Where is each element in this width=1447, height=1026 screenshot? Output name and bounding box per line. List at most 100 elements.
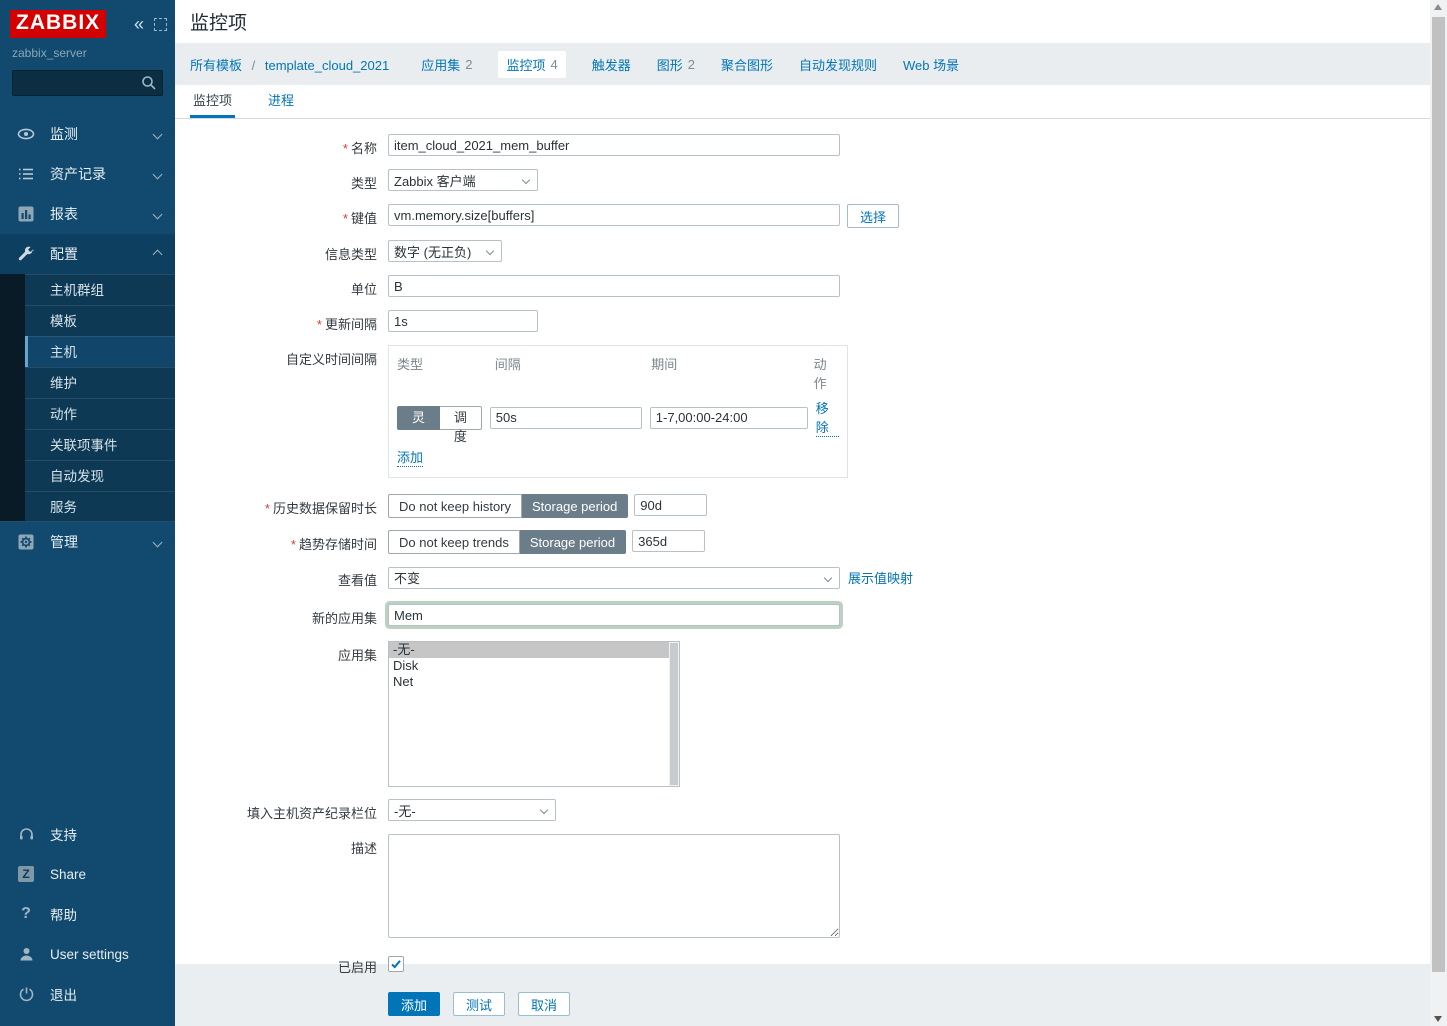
scroll-up-icon[interactable] — [1434, 4, 1442, 10]
value-map-select-value: 不变 — [394, 568, 420, 587]
description-textarea[interactable] — [388, 834, 840, 938]
field-label: *名称 — [175, 134, 377, 157]
sidebar-item-label: 管理 — [50, 532, 154, 552]
add-button[interactable]: 添加 — [388, 992, 440, 1016]
remove-interval-link[interactable]: 移除 — [816, 398, 839, 437]
sidebar-item-hosts[interactable]: 主机 — [0, 336, 175, 367]
page-scrollbar[interactable] — [1430, 0, 1447, 1026]
value-map-select[interactable]: 不变 — [388, 567, 840, 589]
update-interval-input[interactable] — [388, 310, 538, 332]
enabled-checkbox[interactable] — [388, 956, 404, 972]
trends-period-input[interactable] — [632, 530, 705, 552]
nav-web-scenarios[interactable]: Web 场景 — [903, 55, 959, 74]
sidebar-item-templates[interactable]: 模板 — [0, 305, 175, 336]
tab-item[interactable]: 监控项 — [190, 90, 235, 118]
sidebar-item-host-groups[interactable]: 主机群组 — [0, 274, 175, 305]
sidebar-item-logout[interactable]: 退出 — [0, 974, 175, 1014]
nav-discovery-rules[interactable]: 自动发现规则 — [799, 55, 877, 74]
nav-label: Web 场景 — [903, 55, 959, 74]
nav-applications[interactable]: 应用集2 — [421, 55, 472, 74]
sidebar-item-monitoring[interactable]: 监测 — [0, 114, 175, 154]
custom-intervals-table: 类型 间隔 期间 动作 灵活 调度 移除 — [388, 345, 848, 478]
zabbix-app: ZABBIX « zabbix_server 监测 — [0, 0, 1447, 1026]
form-tabs: 监控项 进程 — [175, 85, 1430, 119]
units-input[interactable] — [388, 275, 840, 297]
period-input[interactable] — [650, 407, 808, 429]
breadcrumb: 所有模板 / template_cloud_2021 — [190, 55, 389, 74]
application-option-net[interactable]: Net — [389, 674, 669, 690]
eye-icon — [16, 125, 36, 143]
breadcrumb-all-templates[interactable]: 所有模板 — [190, 58, 242, 73]
sidebar-item-support[interactable]: 支持 — [0, 814, 175, 854]
application-option-disk[interactable]: Disk — [389, 658, 669, 674]
history-period-input[interactable] — [634, 494, 707, 516]
form-row-new-application: 新的应用集 — [175, 601, 1430, 629]
cancel-button[interactable]: 取消 — [518, 992, 570, 1016]
field-label: 填入主机资产纪录栏位 — [175, 799, 377, 822]
form-row-trends: *趋势存储时间 Do not keep trends Storage perio… — [175, 530, 1430, 554]
sidebar-item-discovery[interactable]: 自动发现 — [0, 460, 175, 491]
add-interval-link[interactable]: 添加 — [397, 447, 423, 467]
do-not-keep-history-button[interactable]: Do not keep history — [388, 494, 522, 518]
zabbix-logo[interactable]: ZABBIX — [10, 10, 106, 38]
sidebar-item-label: 退出 — [50, 984, 77, 1004]
entity-nav: 应用集2 监控项4 触发器 图形2 聚合图形 自动发现规则 Web 场景 — [421, 51, 985, 78]
sidebar-item-event-correlation[interactable]: 关联项事件 — [0, 429, 175, 460]
info-type-select[interactable]: 数字 (无正负) — [388, 240, 502, 262]
nav-triggers[interactable]: 触发器 — [592, 55, 631, 74]
show-value-mappings-link[interactable]: 展示值映射 — [848, 568, 913, 587]
key-input[interactable] — [388, 204, 840, 226]
sidebar-item-reports[interactable]: 报表 — [0, 194, 175, 234]
headset-icon — [16, 826, 36, 843]
nav-screens[interactable]: 聚合图形 — [721, 55, 773, 74]
scheduling-button[interactable]: 调度 — [440, 406, 482, 430]
sidebar-item-services[interactable]: 服务 — [0, 491, 175, 522]
chevron-down-icon — [522, 176, 530, 184]
do-not-keep-trends-button[interactable]: Do not keep trends — [388, 530, 520, 554]
nav-label: 应用集 — [421, 55, 460, 74]
sidebar-item-actions[interactable]: 动作 — [0, 398, 175, 429]
sidebar-item-maintenance[interactable]: 维护 — [0, 367, 175, 398]
history-storage-period-button[interactable]: Storage period — [522, 494, 628, 518]
new-application-input[interactable] — [388, 604, 840, 626]
test-button[interactable]: 测试 — [453, 992, 505, 1016]
nav-items[interactable]: 监控项4 — [498, 51, 565, 78]
scrollbar-thumb[interactable] — [1432, 17, 1445, 972]
nav-count: 2 — [688, 57, 695, 72]
applications-listbox[interactable]: -无- Disk Net — [388, 641, 680, 787]
sidebar-item-help[interactable]: ? 帮助 — [0, 894, 175, 934]
page-header: 监控项 — [175, 0, 1430, 43]
type-select[interactable]: Zabbix 客户端 — [388, 169, 538, 191]
collapse-sidebar-icon[interactable]: « — [134, 14, 144, 35]
breadcrumb-template[interactable]: template_cloud_2021 — [265, 58, 389, 73]
interval-input[interactable] — [490, 407, 642, 429]
sidebar-item-configuration[interactable]: 配置 — [0, 234, 175, 274]
context-navbar: 所有模板 / template_cloud_2021 应用集2 监控项4 触发器… — [175, 43, 1430, 85]
tab-preprocessing[interactable]: 进程 — [265, 90, 297, 118]
search-icon[interactable] — [141, 75, 157, 91]
sidebar-item-inventory[interactable]: 资产记录 — [0, 154, 175, 194]
inventory-field-select[interactable]: -无- — [388, 799, 556, 821]
scroll-down-icon[interactable] — [1434, 1016, 1442, 1022]
listbox-scrollbar[interactable] — [669, 642, 679, 786]
listbox-scrollbar-thumb[interactable] — [670, 643, 678, 785]
field-label: *键值 — [175, 204, 377, 228]
application-option-none[interactable]: -无- — [389, 642, 669, 658]
sidebar-logo-row: ZABBIX « — [0, 0, 175, 38]
nav-label: 监控项 — [506, 55, 545, 74]
compact-view-icon[interactable] — [154, 18, 167, 31]
sidebar-item-administration[interactable]: 管理 — [0, 522, 175, 562]
inventory-list-icon — [16, 165, 36, 183]
nav-graphs[interactable]: 图形2 — [657, 55, 695, 74]
form-row-type: 类型 Zabbix 客户端 — [175, 169, 1430, 192]
chevron-down-icon — [824, 573, 832, 581]
sidebar-item-user-settings[interactable]: User settings — [0, 934, 175, 974]
sidebar-menu: 监测 资产记录 报表 配置 — [0, 114, 175, 562]
key-select-button[interactable]: 选择 — [847, 204, 899, 228]
flexible-button[interactable]: 灵活 — [397, 406, 440, 430]
form-row-buttons: 添加 测试 取消 — [175, 992, 1430, 1016]
name-input[interactable] — [388, 134, 840, 156]
trends-storage-period-button[interactable]: Storage period — [520, 530, 626, 554]
sidebar-item-share[interactable]: Z Share — [0, 854, 175, 894]
sidebar-item-label: User settings — [50, 947, 129, 962]
